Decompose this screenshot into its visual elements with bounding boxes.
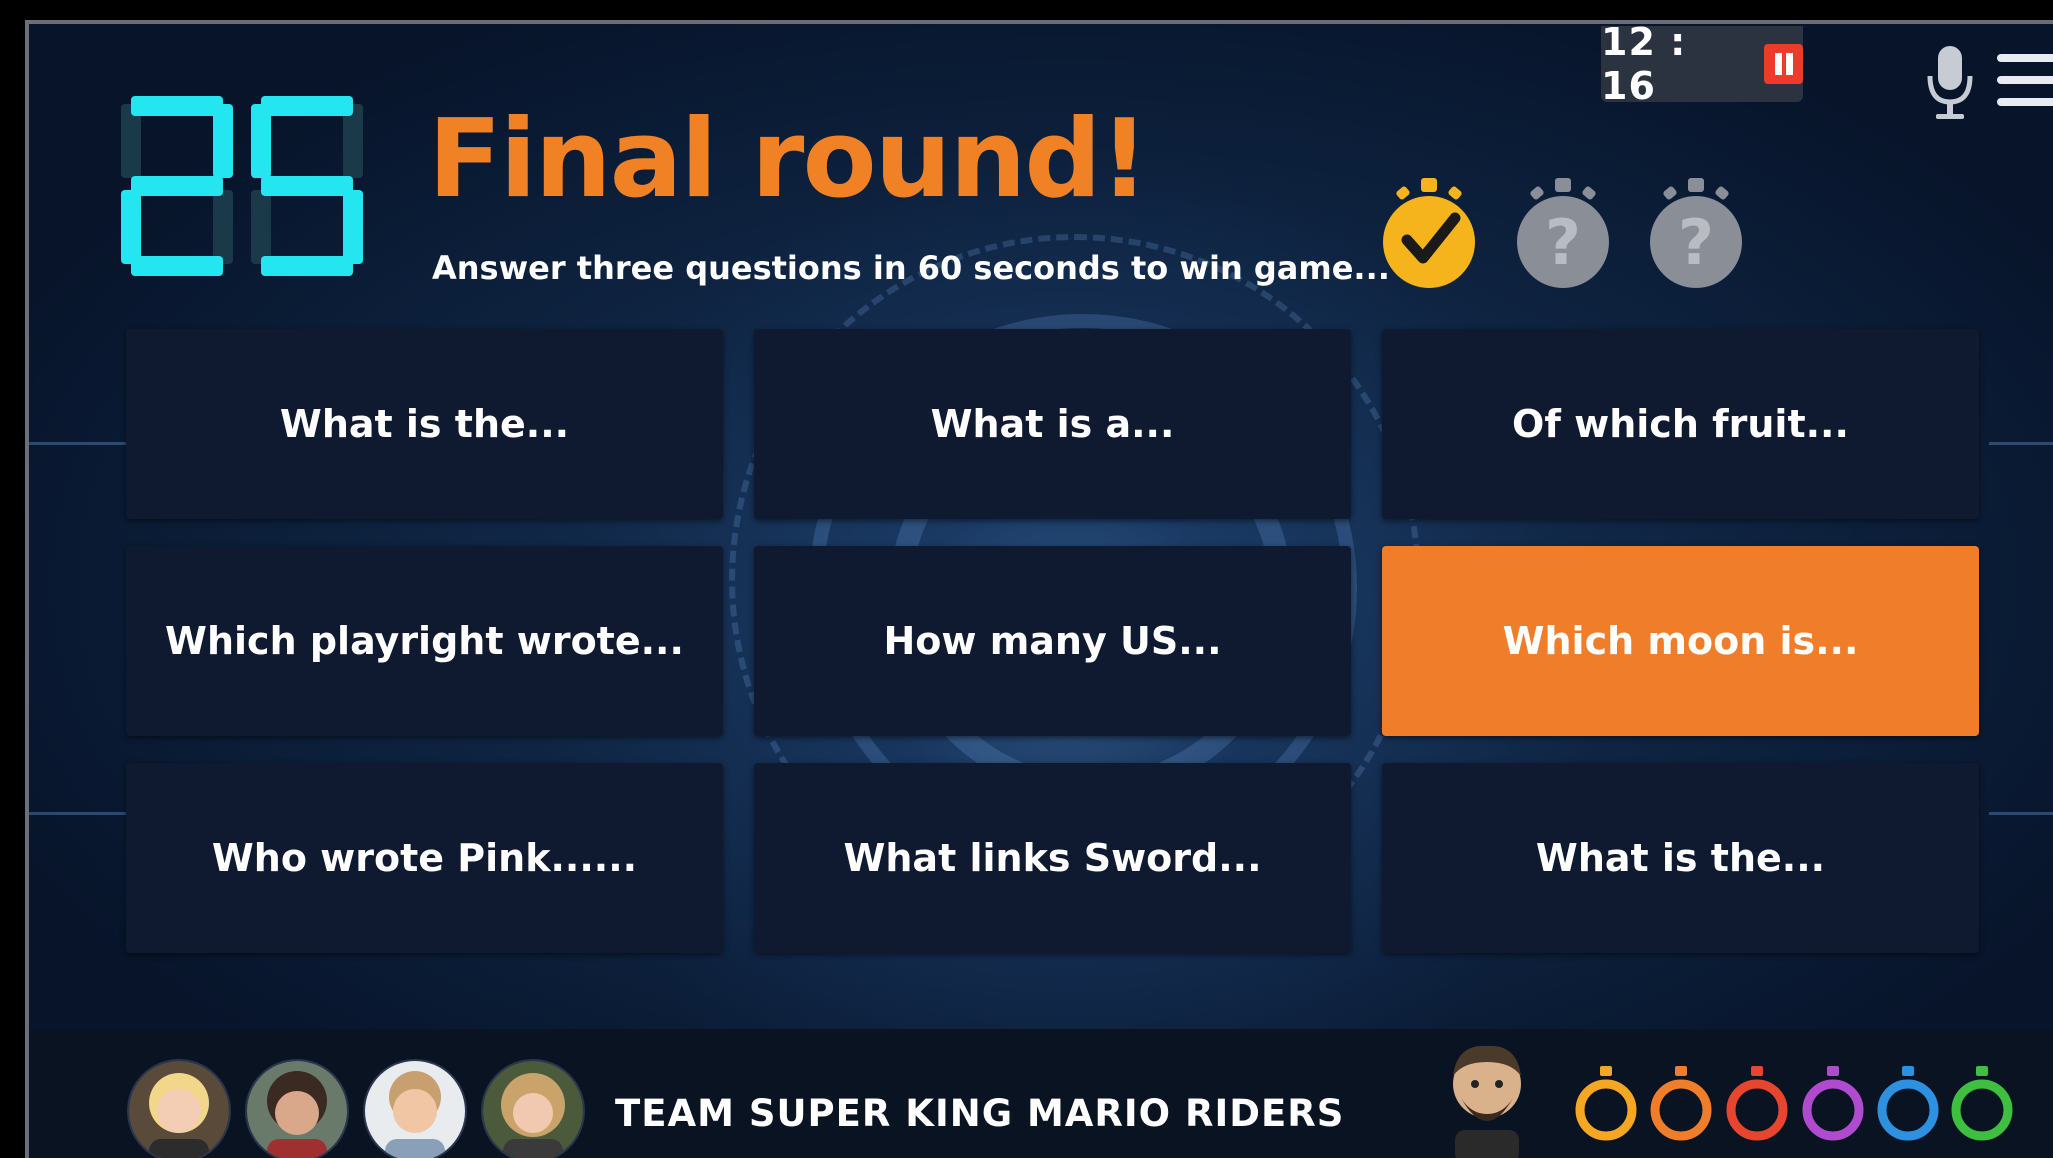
stopwatch-icon [1951,1066,2013,1141]
menu-bar [1997,76,2053,84]
menu-bar [1997,54,2053,62]
question-tile[interactable]: Which playright wrote... [126,546,723,736]
question-tile[interactable]: What is the... [1382,763,1979,953]
question-grid: What is the... What is a... Of which fru… [126,329,1979,953]
stopwatch-icon [1650,1066,1712,1141]
team-member-avatar [127,1059,231,1158]
host-avatar-icon [1453,1045,1521,1158]
question-tile[interactable]: What is the... [126,329,723,519]
game-screen: 12 : 16 Final round! Answer three questi… [25,20,2053,1158]
stopwatch-icon [1575,1066,1637,1141]
stopwatch-check-icon [1383,178,1475,288]
stopwatch-question-icon: ? [1517,178,1609,288]
stopwatch-question-icon: ? [1650,178,1742,288]
bg-line [1989,442,2053,445]
stopwatch-icon [1726,1066,1788,1141]
countdown-value: 25 [121,94,141,98]
question-tile[interactable]: Who wrote Pink...... [126,763,723,953]
hamburger-menu-icon[interactable] [1997,54,2053,106]
stopwatch-icon [1802,1066,1864,1141]
question-tile[interactable]: How many US... [754,546,1351,736]
team-member-avatar [363,1059,467,1158]
bg-line [1989,812,2053,815]
team-member-avatar [481,1059,585,1158]
pause-button[interactable] [1764,44,1803,84]
pause-icon [1775,53,1783,75]
microphone-icon[interactable] [1922,42,1978,122]
menu-bar [1997,98,2053,106]
question-tile[interactable]: Of which fruit... [1382,329,1979,519]
countdown-display: 25 [121,94,363,276]
page-title: Final round! [428,97,1149,222]
page-subtitle: Answer three questions in 60 seconds to … [432,249,1390,287]
question-tile[interactable]: What is a... [754,329,1351,519]
question-tile-selected[interactable]: Which moon is... [1382,546,1979,736]
team-member-avatar [245,1059,349,1158]
clock-time: 12 : 16 [1601,20,1687,108]
team-name: TEAM SUPER KING MARIO RIDERS [615,1092,1345,1135]
game-clock: 12 : 16 [1601,24,1803,108]
svg-text:?: ? [1678,206,1714,279]
svg-text:?: ? [1545,206,1581,279]
pause-icon [1786,53,1794,75]
question-tile[interactable]: What links Sword... [754,763,1351,953]
stopwatch-icon [1877,1066,1939,1141]
